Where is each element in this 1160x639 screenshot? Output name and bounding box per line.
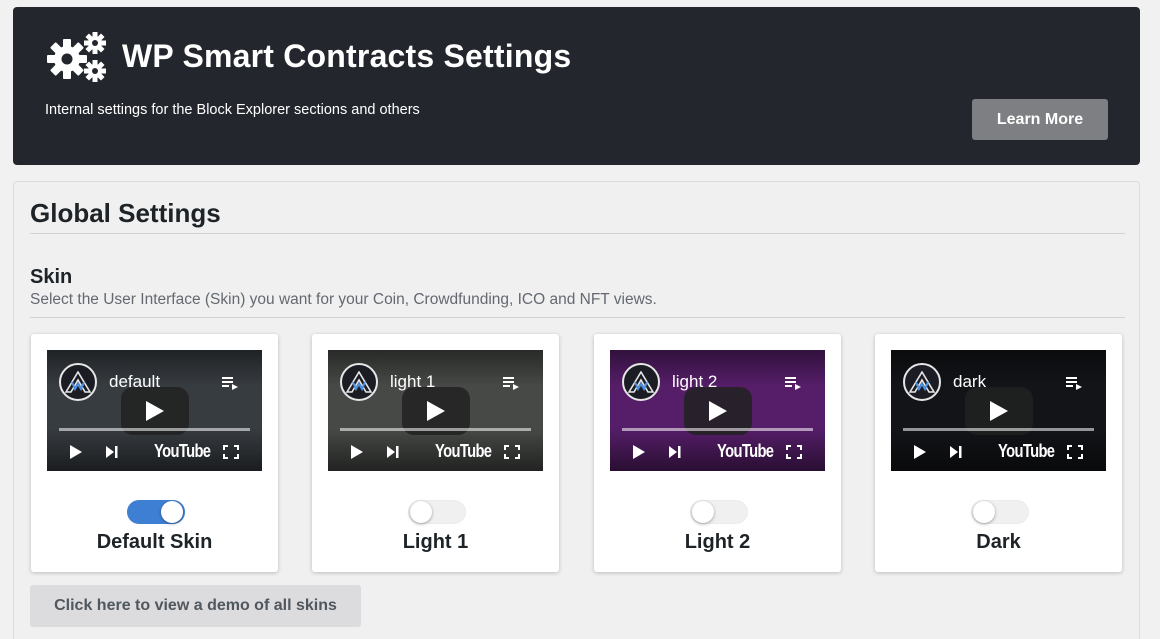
divider	[30, 317, 1125, 318]
page-title: WP Smart Contracts Settings	[122, 38, 572, 74]
skin-card-4[interactable]: dark YouTube Dark	[875, 334, 1122, 572]
page-subtitle: Internal settings for the Block Explorer…	[45, 102, 420, 118]
toggle-knob	[161, 501, 183, 523]
play-icon[interactable]	[632, 445, 646, 459]
play-icon[interactable]	[913, 445, 927, 459]
divider	[30, 233, 1125, 234]
progress-bar[interactable]	[340, 428, 531, 431]
skin-description: Select the User Interface (Skin) you wan…	[30, 291, 657, 308]
playlist-icon[interactable]	[1066, 376, 1082, 390]
skin-label: Light 2	[684, 531, 751, 553]
play-icon[interactable]	[350, 445, 364, 459]
play-icon	[709, 401, 727, 421]
channel-logo-icon[interactable]	[340, 363, 378, 401]
learn-more-button[interactable]: Learn More	[972, 99, 1108, 140]
fullscreen-icon[interactable]	[504, 445, 520, 459]
youtube-logo[interactable]: YouTube	[435, 441, 492, 462]
play-icon	[427, 401, 445, 421]
settings-header: WP Smart Contracts Settings Internal set…	[13, 7, 1140, 165]
playlist-icon[interactable]	[785, 376, 801, 390]
toggle-knob	[410, 501, 432, 523]
playlist-icon[interactable]	[503, 376, 519, 390]
skin-label: Default Skin	[96, 531, 213, 553]
skin-toggle[interactable]	[127, 500, 185, 524]
video-thumbnail[interactable]: light 2 YouTube	[610, 350, 825, 471]
channel-logo-icon[interactable]	[59, 363, 97, 401]
next-icon[interactable]	[105, 445, 119, 459]
fullscreen-icon[interactable]	[786, 445, 802, 459]
toggle-knob	[973, 501, 995, 523]
next-icon[interactable]	[386, 445, 400, 459]
play-icon[interactable]	[69, 445, 83, 459]
skin-toggle[interactable]	[971, 500, 1029, 524]
view-demo-button[interactable]: Click here to view a demo of all skins	[30, 585, 361, 627]
fullscreen-icon[interactable]	[223, 445, 239, 459]
youtube-logo[interactable]: YouTube	[998, 441, 1055, 462]
video-thumbnail[interactable]: dark YouTube	[891, 350, 1106, 471]
skin-label: Dark	[976, 531, 1021, 553]
skin-card-2[interactable]: light 1 YouTube Light 1	[312, 334, 559, 572]
gears-icon	[47, 32, 106, 82]
play-icon	[990, 401, 1008, 421]
progress-bar[interactable]	[903, 428, 1094, 431]
next-icon[interactable]	[668, 445, 682, 459]
video-thumbnail[interactable]: default YouTube	[47, 350, 262, 471]
fullscreen-icon[interactable]	[1067, 445, 1083, 459]
skin-toggle[interactable]	[690, 500, 748, 524]
skin-card-3[interactable]: light 2 YouTube Light 2	[594, 334, 841, 572]
channel-logo-icon[interactable]	[622, 363, 660, 401]
channel-logo-icon[interactable]	[903, 363, 941, 401]
section-title: Global Settings	[30, 198, 221, 228]
skin-heading: Skin	[30, 266, 73, 288]
progress-bar[interactable]	[622, 428, 813, 431]
progress-bar[interactable]	[59, 428, 250, 431]
youtube-logo[interactable]: YouTube	[154, 441, 211, 462]
playlist-icon[interactable]	[222, 376, 238, 390]
play-icon	[146, 401, 164, 421]
skin-toggle[interactable]	[408, 500, 466, 524]
video-thumbnail[interactable]: light 1 YouTube	[328, 350, 543, 471]
next-icon[interactable]	[949, 445, 963, 459]
youtube-logo[interactable]: YouTube	[717, 441, 774, 462]
global-settings-panel: Global Settings Skin Select the User Int…	[13, 181, 1140, 639]
skin-card-1[interactable]: default YouTube Default Skin	[31, 334, 278, 572]
toggle-knob	[692, 501, 714, 523]
skin-label: Light 1	[402, 531, 469, 553]
